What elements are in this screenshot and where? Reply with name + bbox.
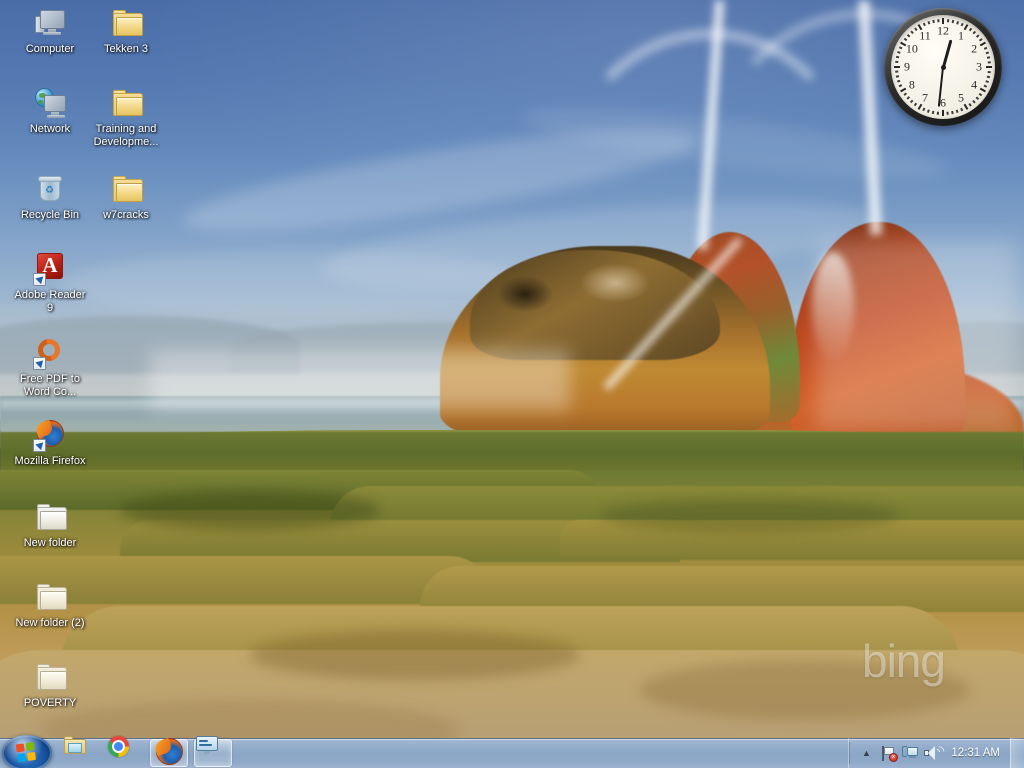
volume-icon[interactable]: [921, 742, 948, 764]
clock-numeral: 12: [937, 23, 949, 38]
folder-icon: [109, 172, 143, 206]
desktop-icon-mozilla-firefox[interactable]: Mozilla Firefox: [12, 418, 88, 468]
firefox-icon: [33, 418, 67, 452]
desktop-icon-grid: Computer Tekken 3 Network Training and Deve…: [0, 0, 170, 740]
network-icon[interactable]: [899, 742, 921, 764]
clock-face: 12 1 2 3 4 5 6 7 8 9 10 11: [891, 15, 995, 119]
folder-pale-icon: [33, 580, 67, 614]
network-monitor-icon: [902, 745, 919, 761]
desktop-icon-label: Mozilla Firefox: [14, 455, 86, 467]
desktop-icon-computer[interactable]: Computer: [12, 6, 88, 56]
system-tray: ▲ × 12:31 AM: [848, 738, 1024, 768]
clock-center-pin: [940, 64, 946, 70]
folder-white-icon: [33, 500, 67, 534]
chevron-up-icon: ▲: [861, 748, 871, 758]
desktop-icon-poverty[interactable]: POVERTY: [12, 660, 88, 710]
desktop-icon-label: Adobe Reader 9: [14, 289, 86, 314]
desktop-icon-label: w7cracks: [103, 209, 149, 221]
clock-numeral: 9: [904, 59, 910, 74]
clock-numeral: 3: [976, 59, 982, 74]
clock-numeral: 8: [908, 77, 915, 92]
terrace-texture: [250, 630, 580, 680]
water-mist: [816, 240, 1016, 430]
desktop-icon-network[interactable]: Network: [12, 86, 88, 136]
taskbar-items: [62, 736, 232, 768]
folder-icon: [109, 6, 143, 40]
start-button[interactable]: [2, 735, 52, 768]
taskbar-button-remote-desktop-connection[interactable]: [194, 736, 232, 768]
action-center-badge: ×: [888, 752, 898, 762]
windows-logo-icon: [15, 741, 39, 765]
taskbar-button-google-chrome[interactable]: [106, 736, 144, 768]
desktop-icon-recycle-bin[interactable]: ♻ Recycle Bin: [12, 172, 88, 222]
desktop-icon-free-pdf-to-word-co[interactable]: Free PDF to Word Co...: [12, 334, 88, 398]
terrace-texture: [640, 660, 970, 720]
desktop-icon-label: POVERTY: [23, 697, 77, 709]
desktop-icon-label: New folder: [23, 537, 77, 549]
shortcut-arrow-icon: [33, 439, 46, 452]
desktop-icon-label: Tekken 3: [103, 43, 149, 55]
adobe-reader-icon: A: [33, 252, 67, 286]
clock-numeral: 5: [958, 90, 964, 105]
shortcut-arrow-icon: [33, 273, 46, 286]
desktop-icon-training-and-developme[interactable]: Training and Developme...: [88, 86, 164, 148]
desktop-icon-label: Training and Developme...: [93, 123, 159, 148]
folder-icon: [109, 86, 143, 120]
desktop-icon-new-folder-2[interactable]: New folder (2): [12, 580, 88, 630]
desktop-icon-tekken-3[interactable]: Tekken 3: [88, 6, 164, 56]
desktop-icon-label: Computer: [25, 43, 75, 55]
network-globe-icon: [33, 86, 67, 120]
taskbar-clock[interactable]: 12:31 AM: [943, 747, 1010, 759]
desktop-icon-label: Free PDF to Word Co...: [20, 373, 80, 398]
speaker-icon: [924, 743, 948, 761]
taskbar-button-windows-explorer[interactable]: [62, 736, 100, 768]
explorer-icon: [64, 736, 98, 768]
pdf-converter-icon: [33, 334, 67, 370]
clock-hour-hand: [941, 39, 952, 68]
clock-numeral: 10: [905, 41, 918, 56]
recycle-bin-icon: ♻: [33, 172, 67, 206]
desktop-icon-new-folder[interactable]: New folder: [12, 500, 88, 550]
remote-desktop-icon: [196, 736, 230, 768]
desktop-icon-label: Network: [29, 123, 71, 135]
clock-numeral: 7: [922, 90, 928, 105]
tray-divider: [849, 742, 851, 764]
show-desktop-button[interactable]: [1010, 738, 1024, 768]
clock-gadget[interactable]: 12 1 2 3 4 5 6 7 8 9 10 11: [884, 8, 1002, 126]
folder-pale-icon: [33, 660, 67, 694]
clock-numeral: 2: [971, 41, 978, 56]
water-mist: [150, 350, 570, 410]
desktop-icon-w7cracks[interactable]: w7cracks: [88, 172, 164, 222]
shortcut-arrow-icon: [33, 357, 46, 370]
action-center-icon[interactable]: ×: [877, 742, 899, 764]
desktop-icon-label: Recycle Bin: [20, 209, 80, 221]
firefox-icon: [152, 736, 186, 768]
show-hidden-icons-button[interactable]: ▲: [855, 742, 877, 764]
taskbar[interactable]: ▲ × 12:31 AM: [0, 735, 1024, 768]
desktop-icon-label: New folder (2): [15, 617, 85, 629]
chrome-icon: [108, 736, 142, 768]
taskbar-button-mozilla-firefox[interactable]: [150, 736, 188, 768]
desktop-icon-adobe-reader-9[interactable]: A Adobe Reader 9: [12, 252, 88, 314]
computer-icon: [33, 6, 67, 40]
flag-icon: ×: [881, 745, 898, 762]
terrace-texture: [600, 498, 900, 532]
clock-numeral: 11: [919, 28, 931, 43]
